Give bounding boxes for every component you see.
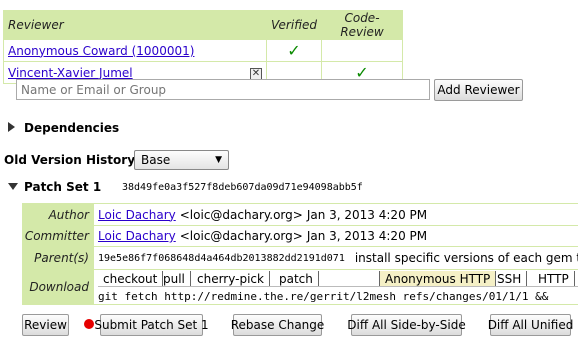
committer-email: <loic@dachary.org> [179, 229, 303, 243]
parents-row: Parent(s) 19e5e86f7f068648d4a464db201388… [22, 247, 578, 270]
author-row: Author Loic Dachary <loic@dachary.org> J… [22, 204, 578, 226]
diff-unified-button[interactable]: Diff All Unified [488, 314, 573, 336]
review-button[interactable]: Review [22, 314, 69, 336]
collapse-down-icon[interactable] [8, 183, 18, 190]
patch-set-title[interactable]: Patch Set 1 [24, 180, 101, 194]
old-version-label: Old Version History: [4, 153, 140, 167]
submit-status-dot-icon [84, 319, 94, 329]
author-date: Jan 3, 2013 4:20 PM [306, 207, 428, 222]
reviewer-name-input[interactable] [16, 79, 430, 100]
tab-cherry-pick[interactable]: cherry-pick [192, 271, 270, 286]
old-version-select[interactable]: Base ▼ [134, 150, 229, 170]
author-email: <loic@dachary.org> [179, 207, 303, 222]
parent-subject: install specific versions of each gem to… [354, 251, 578, 265]
download-row: Download checkout pull cherry-pick patch… [22, 270, 578, 305]
download-tabs: checkout pull cherry-pick patch Anonymou… [98, 270, 578, 287]
patch-set-commit: 38d49fe0a3f527f8deb607da09d71e94098abb5f [122, 182, 363, 193]
old-version-selected: Base [141, 153, 171, 167]
reviewer-row: Anonymous Coward (1000001) ✓ [3, 39, 403, 62]
rebase-change-button[interactable]: Rebase Change [231, 314, 324, 336]
remove-reviewer-icon[interactable]: ✕ [250, 67, 262, 80]
reviewer-link[interactable]: Anonymous Coward (1000001) [8, 44, 194, 58]
verified-column-header: Verified [266, 10, 322, 40]
tab-pull[interactable]: pull [158, 271, 191, 286]
reviewer-column-header: Reviewer [3, 10, 267, 40]
tab-http[interactable]: HTTP [533, 271, 575, 286]
code-review-column-header: Code-Review [321, 10, 403, 40]
submit-patch-set-button[interactable]: Submit Patch Set 1 [94, 314, 209, 336]
verified-check-icon: ✓ [287, 40, 301, 60]
tab-checkout[interactable]: checkout [98, 271, 164, 286]
parents-label: Parent(s) [22, 247, 94, 269]
patch-set-info-table: Author Loic Dachary <loic@dachary.org> J… [22, 203, 578, 305]
dependencies-toggle[interactable]: Dependencies [24, 121, 119, 135]
download-label: Download [22, 270, 94, 304]
reviewers-table: Reviewer Verified Code-Review Anonymous … [3, 10, 403, 84]
reviewer-link[interactable]: Vincent-Xavier Jumel [8, 66, 133, 80]
committer-date: Jan 3, 2013 4:20 PM [306, 229, 428, 243]
committer-row: Committer Loic Dachary <loic@dachary.org… [22, 226, 578, 247]
author-name-link[interactable]: Loic Dachary [98, 208, 176, 222]
add-reviewer-button[interactable]: Add Reviewer [434, 79, 523, 101]
committer-value: Loic Dachary <loic@dachary.org> Jan 3, 2… [98, 226, 427, 246]
tab-ssh[interactable]: SSH [492, 271, 528, 286]
expand-right-icon[interactable] [8, 122, 15, 132]
committer-label: Committer [22, 226, 94, 246]
author-label: Author [22, 204, 94, 225]
tab-patch[interactable]: patch [274, 271, 319, 286]
parents-value: 19e5e86f7f068648d4a464db2013882dd2191d07… [98, 247, 578, 269]
parent-hash[interactable]: 19e5e86f7f068648d4a464db2013882dd2191d07… [98, 253, 345, 264]
committer-name-link[interactable]: Loic Dachary [98, 229, 176, 243]
author-value: Loic Dachary <loic@dachary.org> Jan 3, 2… [98, 204, 427, 225]
dropdown-arrow-icon: ▼ [215, 155, 222, 165]
diff-side-by-side-button[interactable]: Diff All Side-by-Side [347, 314, 466, 336]
tab-anonymous-http[interactable]: Anonymous HTTP [379, 271, 497, 286]
reviewers-header-row: Reviewer Verified Code-Review [3, 10, 403, 40]
download-command[interactable]: git fetch http://redmine.the.re/gerrit/l… [98, 288, 578, 304]
